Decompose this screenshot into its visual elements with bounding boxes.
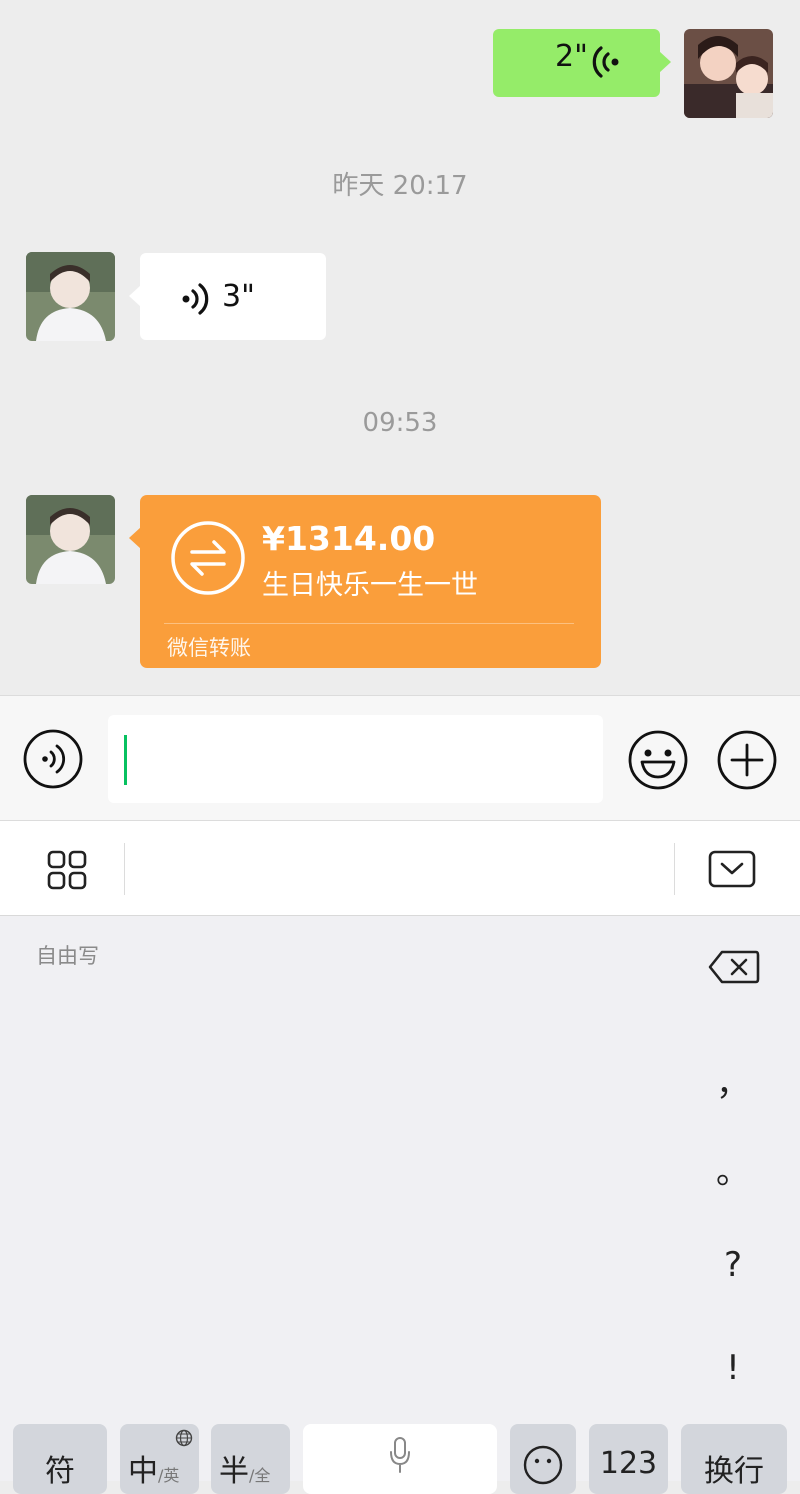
full-sub-label: /全 bbox=[249, 1466, 271, 1485]
english-sub-label: /英 bbox=[158, 1466, 180, 1485]
transfer-note: 生日快乐一生一世 bbox=[262, 570, 478, 601]
transfer-amount: ¥1314.00 bbox=[262, 519, 436, 558]
keyboard-collapse-icon[interactable] bbox=[708, 850, 756, 888]
voice-wave-icon bbox=[182, 283, 209, 315]
emoji-icon[interactable] bbox=[627, 729, 689, 791]
timestamp-label: 09:53 bbox=[362, 408, 438, 438]
symbol-key[interactable]: 符 bbox=[13, 1424, 107, 1494]
emoji-face-icon bbox=[523, 1445, 563, 1485]
transfer-divider bbox=[164, 623, 574, 624]
emoji-key[interactable] bbox=[510, 1424, 576, 1494]
microphone-icon bbox=[390, 1437, 410, 1473]
voice-message-received[interactable]: 3" bbox=[129, 253, 326, 340]
chinese-english-key[interactable]: 中/英 bbox=[120, 1424, 199, 1494]
transfer-message[interactable]: ¥1314.00 生日快乐一生一世 微信转账 bbox=[129, 495, 601, 668]
half-full-key[interactable]: 半/全 bbox=[211, 1424, 290, 1494]
contact-avatar[interactable] bbox=[26, 252, 115, 341]
handwriting-mode-label: 自由写 bbox=[36, 944, 99, 968]
period-key[interactable]: 。 bbox=[703, 1144, 763, 1193]
my-avatar[interactable] bbox=[684, 29, 773, 118]
backspace-icon[interactable] bbox=[708, 950, 760, 984]
exclamation-key[interactable]: ! bbox=[703, 1348, 763, 1388]
transfer-icon bbox=[171, 521, 245, 595]
grid-icon[interactable] bbox=[47, 850, 87, 890]
symbol-key-label: 符 bbox=[45, 1454, 75, 1489]
text-caret bbox=[124, 735, 127, 785]
contact-avatar[interactable] bbox=[26, 495, 115, 584]
input-bar bbox=[0, 695, 800, 821]
number-key-label: 123 bbox=[599, 1446, 658, 1481]
question-key[interactable]: ? bbox=[703, 1245, 763, 1285]
number-key[interactable]: 123 bbox=[589, 1424, 668, 1494]
toolbar-divider bbox=[124, 843, 125, 895]
message-input[interactable] bbox=[108, 715, 603, 803]
keyboard-toolbar bbox=[0, 821, 800, 916]
voice-duration: 3" bbox=[222, 279, 255, 314]
space-voice-key[interactable] bbox=[303, 1424, 497, 1494]
timestamp-label: 昨天 20:17 bbox=[332, 171, 468, 201]
voice-duration: 2" bbox=[555, 39, 588, 74]
globe-icon bbox=[175, 1429, 193, 1447]
comma-key[interactable]: ， bbox=[703, 1056, 763, 1105]
plus-icon[interactable] bbox=[716, 729, 778, 791]
handwriting-keyboard[interactable]: 自由写 ， 。 ? ! 符 中/英 半/全 123 换行 bbox=[0, 916, 800, 1494]
chat-area: 2" 昨天 20:17 3" 09:53 ¥1314.00 生日快乐一生一世 微… bbox=[0, 0, 800, 695]
voice-mode-icon[interactable] bbox=[23, 729, 83, 789]
voice-message-sent[interactable]: 2" bbox=[493, 29, 671, 97]
half-key-label: 半 bbox=[219, 1454, 249, 1489]
enter-key[interactable]: 换行 bbox=[681, 1424, 787, 1494]
toolbar-divider bbox=[674, 843, 675, 895]
chinese-key-label: 中 bbox=[128, 1454, 158, 1489]
transfer-footer: 微信转账 bbox=[167, 636, 251, 660]
enter-key-label: 换行 bbox=[704, 1454, 764, 1489]
voice-playing-icon bbox=[592, 46, 619, 78]
